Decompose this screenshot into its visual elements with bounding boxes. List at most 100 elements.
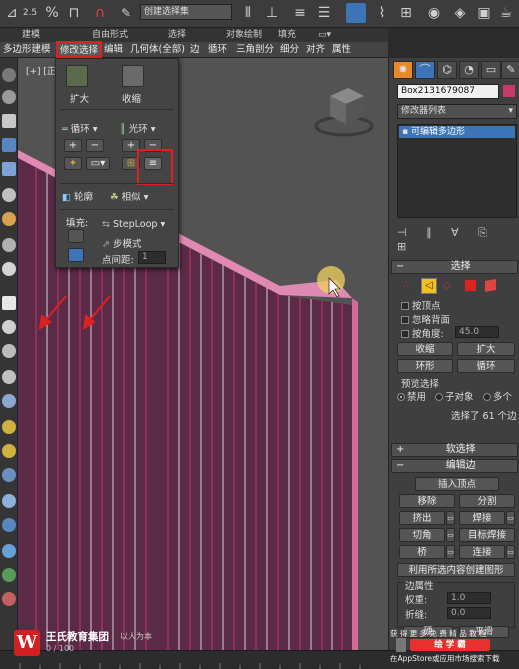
panel-loops[interactable]: 循环: [208, 42, 227, 58]
loop-mode-icon[interactable]: ✦: [64, 157, 82, 170]
tool-icon[interactable]: [2, 238, 16, 252]
grow-label[interactable]: 扩大: [70, 91, 89, 105]
create-tab-icon[interactable]: ✸: [393, 61, 413, 79]
panel-modify-selection[interactable]: 修改选择: [56, 41, 103, 58]
material-editor-icon[interactable]: ◉: [424, 3, 444, 23]
tool-icon[interactable]: [2, 444, 16, 458]
ring-button[interactable]: 环形: [397, 359, 453, 373]
panel-edit[interactable]: 编辑: [104, 42, 123, 58]
tool-icon[interactable]: [2, 68, 16, 82]
modifier-list-dropdown[interactable]: 修改器列表 ▾: [397, 104, 517, 119]
object-color-swatch[interactable]: [503, 85, 515, 97]
tool-icon[interactable]: [2, 262, 16, 276]
split-button[interactable]: 分割: [459, 494, 515, 508]
steploop-dropdown[interactable]: ⇆ StepLoop ▾: [102, 219, 165, 230]
weld-button[interactable]: 焊接: [459, 511, 505, 525]
preview-disable-radio[interactable]: 禁用: [397, 389, 426, 403]
ribbon-tab-freeform[interactable]: 自由形式: [92, 28, 128, 42]
tool-icon[interactable]: [2, 188, 16, 202]
shrink-label[interactable]: 收缩: [122, 91, 141, 105]
extrude-button[interactable]: 挤出: [399, 511, 445, 525]
edit-edges-rollout-header[interactable]: − 编辑边: [391, 459, 518, 473]
mirror-icon[interactable]: ⫴: [238, 3, 258, 23]
by-angle-checkbox[interactable]: 按角度:: [401, 326, 444, 340]
ribbon-tab-modeling[interactable]: 建模: [22, 28, 40, 42]
panel-polygon-modeling[interactable]: 多边形建模: [3, 42, 51, 58]
grow-icon[interactable]: [66, 65, 88, 87]
ribbon-tab-selection[interactable]: 选择: [168, 28, 186, 42]
by-vertex-checkbox[interactable]: 按顶点: [401, 298, 441, 312]
connect-button[interactable]: 连接: [459, 545, 505, 559]
edit-named-selection-icon[interactable]: ✎: [116, 3, 136, 23]
ribbon-tab-populate[interactable]: 填充: [278, 28, 296, 42]
hierarchy-tab-icon[interactable]: ⌬: [437, 61, 457, 79]
tool-icon[interactable]: [2, 114, 16, 128]
motion-tab-icon[interactable]: ◔: [459, 61, 479, 79]
loop-add-button[interactable]: +: [64, 139, 82, 152]
edge-icon[interactable]: ◁: [421, 278, 437, 294]
similar-button[interactable]: ☘ 相似 ▾: [110, 189, 148, 203]
panel-triangulation[interactable]: 三角剖分: [236, 42, 274, 58]
loop-dropdown[interactable]: ═ 循环 ▾: [62, 121, 98, 135]
mesh-side-edge[interactable]: [352, 298, 358, 650]
tool-icon[interactable]: [2, 568, 16, 582]
panel-align[interactable]: 对齐: [306, 42, 325, 58]
weld-settings-button[interactable]: ▭: [506, 511, 515, 525]
fill-hole-icon[interactable]: [68, 248, 84, 262]
angle-snap-button[interactable]: 2.5: [20, 3, 40, 23]
soft-selection-rollout-header[interactable]: + 软选择: [391, 443, 518, 457]
outline-button[interactable]: ◧ 轮廓: [62, 189, 93, 203]
spinner-snap-icon[interactable]: ⊓: [64, 3, 84, 23]
ignore-backfacing-checkbox[interactable]: 忽略背面: [401, 312, 450, 326]
scene-explorer-icon[interactable]: ☰: [314, 3, 334, 23]
loop-subtract-button[interactable]: −: [86, 139, 104, 152]
target-weld-button[interactable]: 目标焊接: [459, 528, 515, 542]
preview-multi-radio[interactable]: 多个: [483, 389, 512, 403]
angle-spinner[interactable]: 45.0: [455, 326, 499, 338]
chamfer-settings-button[interactable]: ▭: [446, 528, 455, 542]
crease-spinner[interactable]: 0.0: [447, 607, 491, 619]
panel-properties[interactable]: 属性: [332, 42, 351, 58]
ring-dropdown[interactable]: ║ 光环 ▾: [120, 121, 156, 135]
snap-toggle-icon[interactable]: ⊿: [2, 3, 22, 23]
tool-icon[interactable]: [2, 394, 16, 408]
selection-rollout-header[interactable]: − 选择: [391, 260, 518, 274]
tool-icon[interactable]: [2, 212, 16, 226]
loop-button[interactable]: 循环: [457, 359, 515, 373]
schematic-view-icon[interactable]: ⊞: [396, 3, 416, 23]
stepmode-button[interactable]: ⇗ 步模式: [102, 236, 142, 250]
graphite-toolbar-button[interactable]: [346, 3, 366, 23]
bridge-button[interactable]: 桥: [399, 545, 445, 559]
modify-tab-icon[interactable]: ⌒: [415, 61, 435, 79]
viewport-label[interactable]: [+] [正: [26, 64, 56, 77]
vertex-icon[interactable]: ∴: [403, 280, 415, 292]
ribbon-tab-object-paint[interactable]: 对象绘制: [226, 28, 262, 42]
extrude-settings-button[interactable]: ▭: [446, 511, 455, 525]
utilities-tab-icon[interactable]: ✎: [501, 61, 519, 79]
weight-spinner[interactable]: 1.0: [447, 592, 491, 604]
insert-vertex-button[interactable]: 插入顶点: [415, 477, 499, 491]
element-icon[interactable]: [485, 279, 496, 292]
preview-subobject-radio[interactable]: 子对象: [435, 389, 474, 403]
percent-snap-button[interactable]: %: [42, 3, 62, 23]
tool-icon[interactable]: [2, 468, 16, 482]
tool-icon[interactable]: [2, 544, 16, 558]
display-tab-icon[interactable]: ▭: [481, 61, 501, 79]
chamfer-button[interactable]: 切角: [399, 528, 445, 542]
polygon-icon[interactable]: [465, 280, 476, 291]
border-icon[interactable]: ◇: [443, 280, 455, 292]
layer-manager-icon[interactable]: ≡: [290, 3, 310, 23]
stack-item-editable-poly[interactable]: ▪ 可编辑多边形: [399, 126, 515, 138]
remove-button[interactable]: 移除: [399, 494, 455, 508]
viewcube-icon[interactable]: [314, 88, 374, 137]
curve-editor-icon[interactable]: ⌇: [372, 3, 392, 23]
tool-icon[interactable]: [2, 320, 16, 334]
tool-icon[interactable]: [2, 518, 16, 532]
tool-icon[interactable]: [2, 90, 16, 104]
object-name-field[interactable]: Box2131679087: [397, 84, 499, 99]
render-icon[interactable]: ☕: [496, 3, 516, 23]
magnet-icon[interactable]: ∩: [90, 3, 110, 23]
fill-icon[interactable]: [68, 229, 84, 243]
shrink-icon[interactable]: [122, 65, 144, 87]
tool-icon[interactable]: [2, 344, 16, 358]
